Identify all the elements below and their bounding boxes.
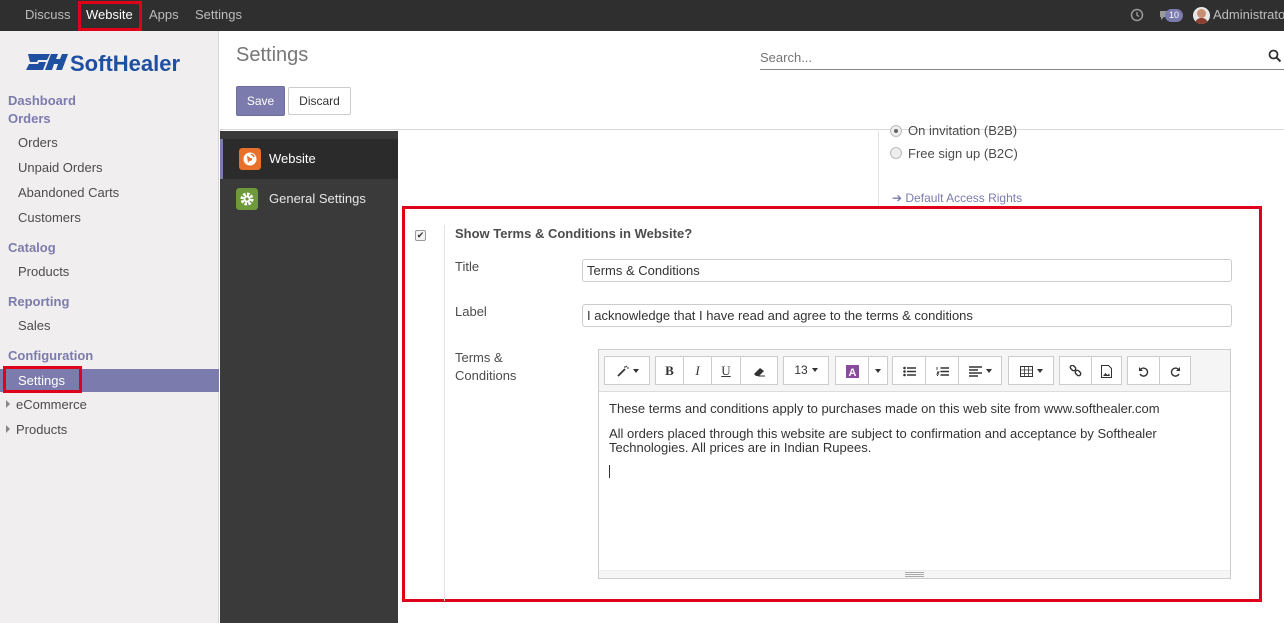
- search-icon[interactable]: [1268, 49, 1282, 63]
- svg-text:A: A: [848, 367, 856, 378]
- font-size-dropdown[interactable]: 13: [783, 356, 829, 385]
- link-icon: [1069, 364, 1082, 377]
- image-file-icon: [1101, 365, 1112, 379]
- sidebar-item-orders[interactable]: Orders: [18, 135, 58, 150]
- message-count-badge: 10: [1165, 9, 1184, 22]
- editor-resize-handle[interactable]: [599, 570, 1230, 578]
- italic-button[interactable]: I: [683, 356, 712, 385]
- sidebar-tree-ecommerce[interactable]: eCommerce: [6, 397, 87, 412]
- setting-separator: [444, 225, 445, 601]
- text-color-button[interactable]: A: [835, 356, 869, 385]
- style-wand-button[interactable]: [604, 356, 650, 385]
- highlight-website-menu: [78, 1, 142, 31]
- editor-toolbar: B I U 13 A: [599, 350, 1230, 392]
- gear-icon: [236, 188, 258, 210]
- font-color-icon: A: [845, 365, 859, 379]
- settings-app-nav: Website General Settings: [220, 131, 398, 623]
- terms-html-editor[interactable]: B I U 13 A These terms and conditions ap…: [598, 349, 1231, 579]
- redo-button[interactable]: [1159, 356, 1191, 385]
- activity-clock-icon[interactable]: [1130, 0, 1144, 31]
- magic-wand-icon: [616, 365, 629, 377]
- table-dropdown[interactable]: [1008, 356, 1054, 385]
- radio-b2c[interactable]: [890, 147, 902, 159]
- settings-content: On invitation (B2B) Free sign up (B2C) ➔…: [398, 123, 1284, 623]
- highlight-settings-item: [3, 366, 82, 393]
- arrow-right-icon: ➔: [892, 191, 906, 205]
- menu-apps[interactable]: Apps: [149, 0, 179, 31]
- unordered-list-button[interactable]: [892, 356, 926, 385]
- sidebar-item-abandoned-carts[interactable]: Abandoned Carts: [18, 185, 119, 200]
- sidebar-item-customers[interactable]: Customers: [18, 210, 81, 225]
- label-field-label: Label: [455, 304, 487, 319]
- search-bar: [760, 46, 1284, 70]
- bullet-list-icon: [902, 366, 916, 377]
- terms-paragraph-1: These terms and conditions apply to purc…: [609, 401, 1160, 416]
- save-button[interactable]: Save: [236, 86, 285, 116]
- text-cursor: [609, 465, 610, 478]
- menu-discuss[interactable]: Discuss: [25, 0, 71, 31]
- app-sidebar: SoftHealer Dashboard Orders Orders Unpai…: [0, 31, 219, 623]
- page-title: Settings: [236, 44, 309, 66]
- eraser-icon: [753, 368, 765, 377]
- show-terms-checkbox[interactable]: ✔: [415, 230, 426, 241]
- terms-paragraph-2: All orders placed through this website a…: [609, 426, 1157, 455]
- option-b2b-label: On invitation (B2B): [908, 123, 1018, 138]
- bold-button[interactable]: B: [655, 356, 684, 385]
- align-left-icon: [968, 366, 982, 377]
- sidebar-item-sales[interactable]: Sales: [18, 318, 51, 333]
- redo-icon: [1170, 366, 1180, 377]
- table-icon: [1019, 366, 1033, 378]
- sidebar-item-unpaid-orders[interactable]: Unpaid Orders: [18, 160, 103, 175]
- image-button[interactable]: [1091, 356, 1122, 385]
- title-field-label: Title: [455, 259, 480, 274]
- caret-right-icon: [6, 400, 10, 408]
- section-dashboard[interactable]: Dashboard: [8, 93, 76, 108]
- radio-b2b[interactable]: [890, 125, 902, 137]
- paragraph-align-dropdown[interactable]: [958, 356, 1002, 385]
- undo-icon: [1138, 366, 1148, 377]
- default-access-rights-link[interactable]: ➔ Default Access Rights: [892, 191, 1022, 205]
- link-button[interactable]: [1059, 356, 1092, 385]
- title-input[interactable]: [582, 259, 1232, 282]
- search-input[interactable]: [760, 46, 1260, 68]
- terms-field-label: Terms & Conditions: [455, 350, 517, 383]
- caret-right-icon: [6, 425, 10, 433]
- section-orders[interactable]: Orders: [8, 111, 51, 126]
- section-configuration[interactable]: Configuration: [8, 348, 93, 363]
- tab-general-settings[interactable]: General Settings: [220, 179, 398, 219]
- ordered-list-button[interactable]: [925, 356, 959, 385]
- svg-text:SoftHealer: SoftHealer: [70, 51, 180, 76]
- tab-website[interactable]: Website: [220, 139, 398, 179]
- user-menu[interactable]: Administrator: [1213, 0, 1284, 30]
- numbered-list-icon: [935, 367, 949, 377]
- show-terms-label: Show Terms & Conditions in Website?: [455, 226, 693, 241]
- sidebar-tree-products[interactable]: Products: [6, 422, 67, 437]
- underline-button[interactable]: U: [711, 356, 741, 385]
- column-separator: [878, 131, 879, 206]
- text-color-dropdown[interactable]: [868, 356, 888, 385]
- menu-settings[interactable]: Settings: [195, 0, 242, 31]
- discard-button[interactable]: Discard: [288, 87, 351, 115]
- eraser-button[interactable]: [740, 356, 778, 385]
- softhealer-logo-icon[interactable]: SoftHealer: [26, 50, 196, 76]
- option-b2c-label: Free sign up (B2C): [908, 146, 1018, 161]
- top-navbar: Discuss Website Apps Settings 10 Adminis…: [0, 0, 1284, 31]
- sidebar-item-products[interactable]: Products: [18, 264, 69, 279]
- label-input[interactable]: [582, 304, 1232, 327]
- section-catalog[interactable]: Catalog: [8, 240, 56, 255]
- undo-button[interactable]: [1127, 356, 1160, 385]
- section-reporting[interactable]: Reporting: [8, 294, 69, 309]
- website-globe-icon: [239, 148, 261, 170]
- resize-grip-icon: [905, 572, 924, 577]
- control-panel: Settings Save Discard: [220, 31, 1284, 130]
- user-avatar[interactable]: [1193, 7, 1210, 24]
- editor-content[interactable]: These terms and conditions apply to purc…: [609, 402, 1209, 466]
